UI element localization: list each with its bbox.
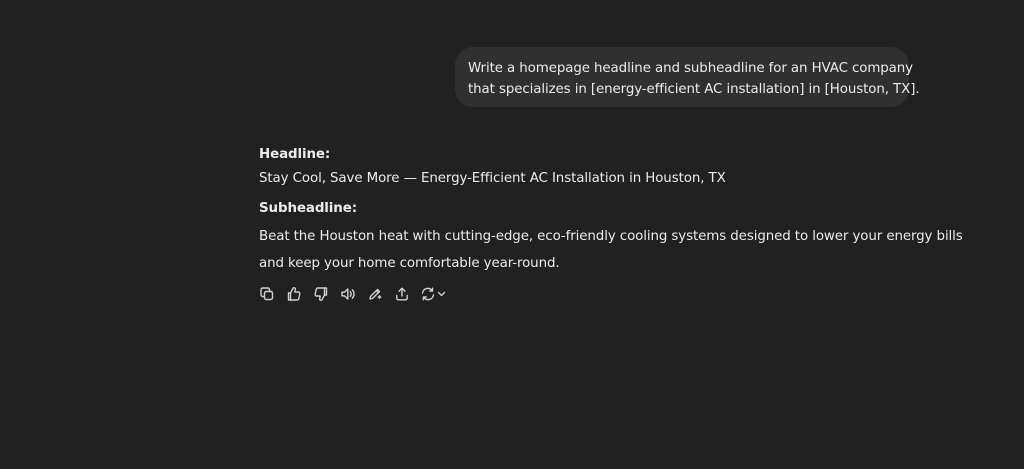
regenerate-icon (421, 287, 446, 301)
user-message-line: that specializes in [energy-efficient AC… (468, 82, 920, 97)
user-message-bubble: Write a homepage headline and subheadlin… (455, 47, 920, 107)
share-button[interactable] (393, 285, 411, 303)
subheadline-block: Subheadline: Beat the Houston heat with … (259, 198, 963, 277)
subheadline-label: Subheadline: (259, 201, 357, 216)
copy-button[interactable] (258, 285, 276, 303)
user-message-line: Write a homepage headline and subheadlin… (468, 61, 913, 76)
thumbs-up-button[interactable] (285, 285, 303, 303)
thumbs-down-icon (314, 287, 328, 302)
regenerate-button[interactable] (420, 285, 448, 303)
subheadline-line: Beat the Houston heat with cutting-edge,… (259, 229, 963, 244)
share-icon (396, 287, 408, 301)
assistant-message: Headline: Stay Cool, Save More — Energy-… (259, 144, 963, 277)
thumbs-up-icon (287, 286, 301, 301)
message-actions (258, 284, 448, 304)
read-aloud-button[interactable] (339, 285, 357, 303)
subheadline-line: and keep your home comfortable year-roun… (259, 256, 560, 271)
copy-icon (260, 287, 274, 301)
edit-icon (369, 288, 382, 300)
edit-button[interactable] (366, 285, 384, 303)
headline-text: Stay Cool, Save More — Energy-Efficient … (259, 171, 726, 186)
read-aloud-icon (341, 288, 355, 300)
headline-label: Headline: (259, 147, 331, 162)
headline-block: Headline: Stay Cool, Save More — Energy-… (259, 144, 919, 189)
subheadline-text: Beat the Houston heat with cutting-edge,… (259, 223, 963, 277)
chat-page: Write a homepage headline and subheadlin… (0, 0, 1024, 469)
thumbs-down-button[interactable] (312, 285, 330, 303)
